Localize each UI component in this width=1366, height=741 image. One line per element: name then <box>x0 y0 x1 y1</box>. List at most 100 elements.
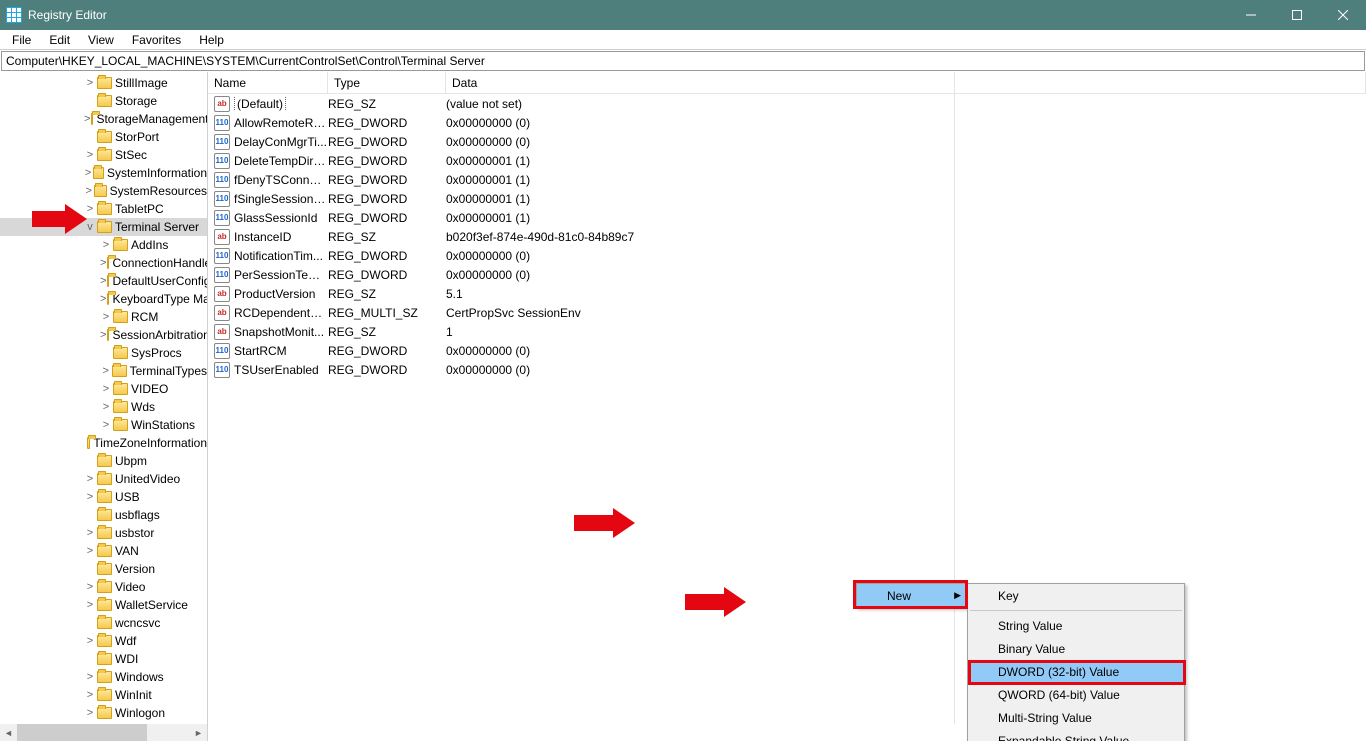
tree-node[interactable]: >StorageManagement <box>0 110 207 128</box>
expand-toggle-icon[interactable]: > <box>100 401 112 413</box>
expand-toggle-icon[interactable]: > <box>100 365 111 377</box>
col-type[interactable]: Type <box>328 72 446 93</box>
tree-node[interactable]: >Wds <box>0 398 207 416</box>
expand-toggle-icon[interactable]: > <box>84 167 92 179</box>
expand-toggle-icon[interactable]: > <box>100 329 106 341</box>
tree-node[interactable]: >Winlogon <box>0 704 207 722</box>
expand-toggle-icon[interactable]: > <box>84 185 93 197</box>
tree-node[interactable]: usbflags <box>0 506 207 524</box>
tree-node[interactable]: >usbstor <box>0 524 207 542</box>
value-row[interactable]: 110AllowRemoteRPCREG_DWORD0x00000000 (0) <box>208 113 1366 132</box>
value-row[interactable]: 110NotificationTim...REG_DWORD0x00000000… <box>208 246 1366 265</box>
tree-node[interactable]: >StillImage <box>0 74 207 92</box>
expand-toggle-icon[interactable]: > <box>84 149 96 161</box>
ctx-item[interactable]: DWORD (32-bit) Value <box>968 660 1184 683</box>
tree-node[interactable]: >Windows <box>0 668 207 686</box>
expand-toggle-icon[interactable]: > <box>84 671 96 683</box>
tree-node[interactable]: >SystemResources <box>0 182 207 200</box>
tree-node[interactable]: >WinInit <box>0 686 207 704</box>
menu-help[interactable]: Help <box>191 31 232 49</box>
expand-toggle-icon[interactable]: > <box>84 707 96 719</box>
expand-toggle-icon[interactable]: > <box>84 581 96 593</box>
expand-toggle-icon[interactable]: > <box>84 491 96 503</box>
value-row[interactable]: abSnapshotMonit...REG_SZ1 <box>208 322 1366 341</box>
expand-toggle-icon[interactable]: > <box>84 203 96 215</box>
value-row[interactable]: 110fSingleSessionP...REG_DWORD0x00000001… <box>208 189 1366 208</box>
maximize-button[interactable] <box>1274 0 1320 30</box>
expand-toggle-icon[interactable]: > <box>100 257 106 269</box>
expand-toggle-icon[interactable]: > <box>84 635 96 647</box>
tree-node[interactable]: vTerminal Server <box>0 218 207 236</box>
tree-node[interactable]: Ubpm <box>0 452 207 470</box>
tree-node[interactable]: Storage <box>0 92 207 110</box>
tree-node[interactable]: >USB <box>0 488 207 506</box>
value-row[interactable]: 110TSUserEnabledREG_DWORD0x00000000 (0) <box>208 360 1366 379</box>
col-data[interactable]: Data <box>446 72 1366 93</box>
tree-node[interactable]: >VIDEO <box>0 380 207 398</box>
values-pane[interactable]: Name Type Data ab(Default)REG_SZ(value n… <box>208 72 1366 741</box>
ctx-item[interactable]: Key <box>968 584 1184 607</box>
value-row[interactable]: 110fDenyTSConnec...REG_DWORD0x00000001 (… <box>208 170 1366 189</box>
expand-toggle-icon[interactable]: > <box>100 275 106 287</box>
tree-node[interactable]: >AddIns <box>0 236 207 254</box>
tree-hscrollbar[interactable]: ◄ ► <box>0 724 207 741</box>
expand-toggle-icon[interactable]: > <box>100 383 112 395</box>
close-button[interactable] <box>1320 0 1366 30</box>
value-row[interactable]: 110StartRCMREG_DWORD0x00000000 (0) <box>208 341 1366 360</box>
tree-node[interactable]: >DefaultUserConfiguration <box>0 272 207 290</box>
tree-node[interactable]: >StSec <box>0 146 207 164</box>
expand-toggle-icon[interactable]: > <box>84 545 96 557</box>
address-bar[interactable]: Computer\HKEY_LOCAL_MACHINE\SYSTEM\Curre… <box>1 51 1365 71</box>
column-splitter[interactable] <box>954 72 955 724</box>
expand-toggle-icon[interactable]: > <box>84 473 96 485</box>
scroll-left-button[interactable]: ◄ <box>0 724 17 741</box>
tree-node[interactable]: >WinStations <box>0 416 207 434</box>
ctx-item[interactable]: String Value <box>968 614 1184 637</box>
tree-node[interactable]: >ConnectionHandler <box>0 254 207 272</box>
expand-toggle-icon[interactable]: v <box>84 221 96 233</box>
ctx-item[interactable]: Expandable String Value <box>968 729 1184 741</box>
value-row[interactable]: abProductVersionREG_SZ5.1 <box>208 284 1366 303</box>
expand-toggle-icon[interactable]: > <box>84 113 90 125</box>
minimize-button[interactable] <box>1228 0 1274 30</box>
tree-node[interactable]: TimeZoneInformation <box>0 434 207 452</box>
tree-node[interactable]: >RCM <box>0 308 207 326</box>
expand-toggle-icon[interactable]: > <box>84 527 96 539</box>
expand-toggle-icon[interactable]: > <box>84 689 96 701</box>
tree-node[interactable]: SysProcs <box>0 344 207 362</box>
tree-node[interactable]: Version <box>0 560 207 578</box>
value-row[interactable]: 110DeleteTempDirs...REG_DWORD0x00000001 … <box>208 151 1366 170</box>
ctx-item[interactable]: QWORD (64-bit) Value <box>968 683 1184 706</box>
menu-edit[interactable]: Edit <box>41 31 78 49</box>
expand-toggle-icon[interactable]: > <box>100 311 112 323</box>
tree-node[interactable]: >Video <box>0 578 207 596</box>
expand-toggle-icon[interactable]: > <box>100 239 112 251</box>
tree-node[interactable]: StorPort <box>0 128 207 146</box>
tree-node[interactable]: wcncsvc <box>0 614 207 632</box>
scroll-thumb[interactable] <box>17 724 147 741</box>
ctx-item[interactable]: Multi-String Value <box>968 706 1184 729</box>
value-row[interactable]: 110PerSessionTemp...REG_DWORD0x00000000 … <box>208 265 1366 284</box>
menu-file[interactable]: File <box>4 31 39 49</box>
tree-node[interactable]: >TabletPC <box>0 200 207 218</box>
expand-toggle-icon[interactable]: > <box>100 293 106 305</box>
value-row[interactable]: abRCDependentSe...REG_MULTI_SZCertPropSv… <box>208 303 1366 322</box>
ctx-item[interactable]: Binary Value <box>968 637 1184 660</box>
tree-node[interactable]: >UnitedVideo <box>0 470 207 488</box>
tree-node[interactable]: >SessionArbitration <box>0 326 207 344</box>
tree-node[interactable]: >VAN <box>0 542 207 560</box>
expand-toggle-icon[interactable]: > <box>84 77 96 89</box>
tree-node[interactable]: >KeyboardType Mapping <box>0 290 207 308</box>
ctx-new[interactable]: New ▶ <box>857 584 967 607</box>
tree-node[interactable]: >TerminalTypes <box>0 362 207 380</box>
value-row[interactable]: abInstanceIDREG_SZb020f3ef-874e-490d-81c… <box>208 227 1366 246</box>
col-name[interactable]: Name <box>208 72 328 93</box>
value-row[interactable]: 110DelayConMgrTi...REG_DWORD0x00000000 (… <box>208 132 1366 151</box>
menu-favorites[interactable]: Favorites <box>124 31 189 49</box>
tree-pane[interactable]: >StillImageStorage>StorageManagementStor… <box>0 72 208 741</box>
tree-node[interactable]: WDI <box>0 650 207 668</box>
tree-node[interactable]: >SystemInformation <box>0 164 207 182</box>
expand-toggle-icon[interactable]: > <box>84 599 96 611</box>
tree-node[interactable]: >WalletService <box>0 596 207 614</box>
scroll-right-button[interactable]: ► <box>190 724 207 741</box>
